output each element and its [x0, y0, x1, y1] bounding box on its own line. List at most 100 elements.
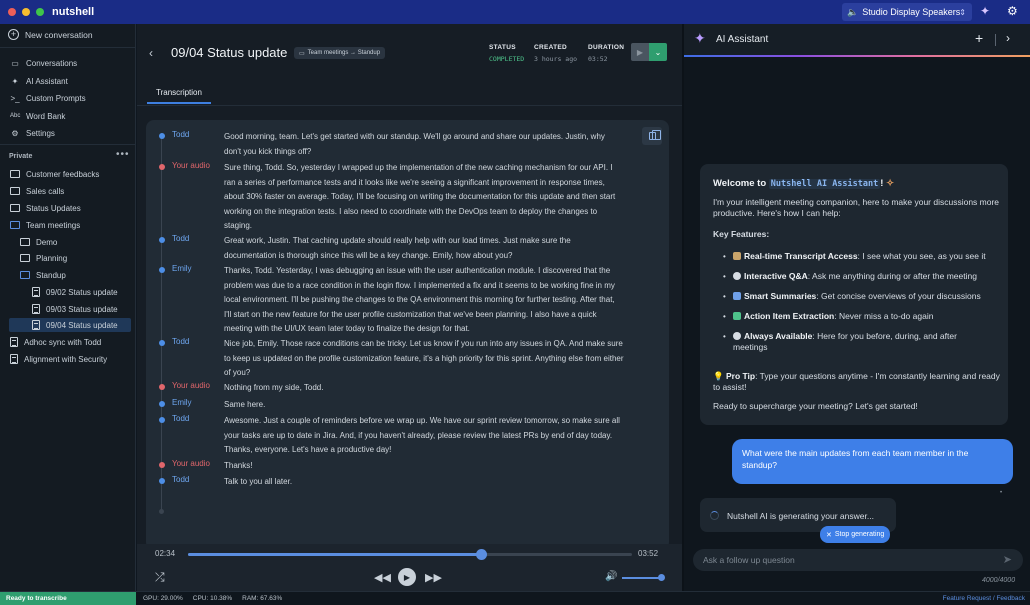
key-features-label: Key Features:: [713, 229, 770, 239]
tree-folder-customer-feedbacks[interactable]: Customer feedbacks: [10, 167, 99, 181]
plus-circle-icon: +: [8, 29, 19, 40]
gpu-stat: GPU: 29.00%: [143, 595, 183, 602]
feature-title: Interactive Q&A: [744, 271, 808, 281]
transcript-text: Great work, Justin. That caching update …: [224, 236, 571, 260]
speaker-dot: [159, 133, 165, 139]
tree-label: 09/02 Status update: [46, 287, 118, 297]
ai-title: AI Assistant: [716, 34, 769, 45]
speaker-dot: [159, 384, 165, 390]
party-icon: ✧: [886, 178, 895, 189]
close-window-button[interactable]: [8, 8, 16, 16]
tab-transcription[interactable]: Transcription: [147, 88, 211, 104]
feedback-link[interactable]: Feature Request / Feedback: [943, 595, 1025, 602]
tree-folder-standup[interactable]: Standup: [20, 268, 66, 282]
feature-desc: : Never miss a to-do again: [834, 311, 934, 321]
transcript-text: Nice job, Emily. Those race conditions c…: [224, 339, 624, 377]
feature-title: Action Item Extraction: [744, 311, 835, 321]
stop-label: Stop generating: [834, 531, 885, 538]
speaker-icon: 🔈: [847, 6, 859, 17]
terminal-icon: >_: [10, 93, 20, 103]
folder-open-icon: [20, 271, 30, 279]
transcript-text: Nothing from my side, Todd.: [224, 383, 324, 392]
tree-doc-alignment-security[interactable]: Alignment with Security: [10, 352, 107, 366]
speaker-name: Todd: [172, 234, 190, 243]
stop-generating-button[interactable]: ✕ Stop generating: [820, 526, 891, 543]
feature-item: • Always Available: Here for you before,…: [723, 331, 993, 353]
divider: [0, 144, 136, 145]
minimize-window-button[interactable]: [22, 8, 30, 16]
sparkle-icon[interactable]: ✦: [980, 4, 990, 18]
tree-folder-planning[interactable]: Planning: [20, 251, 67, 265]
speaker-select[interactable]: 🔈 Studio Display Speakers ⇕: [842, 3, 972, 21]
speaker-name: Emily: [172, 398, 192, 407]
nav-label: AI Assistant: [26, 76, 68, 86]
gear-icon[interactable]: ⚙: [1007, 4, 1018, 18]
speaker-label: Studio Display Speakers: [862, 7, 961, 17]
checkmark-icon: [733, 312, 741, 320]
tree-label: Adhoc sync with Todd: [24, 337, 102, 347]
copy-icon: [648, 130, 661, 140]
chevron-down-icon[interactable]: ⌄: [649, 43, 667, 61]
tree-folder-sales-calls[interactable]: Sales calls: [10, 184, 64, 198]
copy-button[interactable]: [642, 127, 662, 145]
follow-up-input[interactable]: [703, 553, 993, 567]
volume-slider[interactable]: [622, 574, 665, 581]
ram-stat: RAM: 67.63%: [242, 595, 283, 602]
volume-icon[interactable]: 🔊: [605, 571, 617, 582]
main-panel: ‹ 09/04 Status update ▭ Team meetings → …: [137, 24, 682, 591]
created-label: CREATED: [534, 44, 568, 51]
tree-folder-team-meetings[interactable]: Team meetings: [10, 218, 80, 232]
tree-doc-adhoc-sync[interactable]: Adhoc sync with Todd: [10, 335, 101, 349]
document-icon: [10, 337, 18, 347]
tree-label: 09/04 Status update: [46, 320, 118, 330]
current-time: 02:34: [155, 549, 176, 558]
speaker-name: Todd: [172, 337, 190, 346]
abc-icon: Abc: [10, 113, 21, 119]
header-gradient-bar: [684, 55, 1030, 57]
nav-item-custom-prompts[interactable]: >_ Custom Prompts: [10, 91, 85, 105]
nav-item-word-bank[interactable]: Abc Word Bank: [10, 109, 65, 123]
transcript-text: Sure thing, Todd. So, yesterday I wrappe…: [224, 163, 616, 230]
new-chat-plus-icon[interactable]: +: [975, 30, 983, 46]
more-options-icon[interactable]: •••: [116, 149, 130, 160]
send-icon[interactable]: ➤: [1003, 553, 1012, 566]
tree-doc-0902-status-update[interactable]: 09/02 Status update: [32, 285, 118, 299]
speaker-dot: [159, 478, 165, 484]
back-chevron-icon[interactable]: ‹: [149, 46, 153, 60]
volume-knob[interactable]: [658, 574, 665, 581]
nav-item-settings[interactable]: ⚙ Settings: [10, 126, 55, 140]
play-button[interactable]: ▶: [631, 43, 649, 61]
fast-forward-icon[interactable]: ▶▶: [425, 571, 442, 584]
tree-doc-0903-status-update[interactable]: 09/03 Status update: [32, 302, 118, 316]
progress-knob[interactable]: [476, 549, 488, 560]
nav-item-ai-assistant[interactable]: ✦ AI Assistant: [10, 74, 68, 88]
created-value: 3 hours ago: [534, 55, 578, 63]
new-conversation-button[interactable]: + New conversation: [8, 29, 93, 40]
folder-icon: [10, 170, 20, 178]
play-pause-button[interactable]: ▶: [398, 568, 416, 586]
chevron-right-icon[interactable]: ›: [1006, 31, 1010, 45]
folder-icon: ▭: [11, 58, 19, 68]
document-icon: [10, 354, 18, 364]
rewind-icon[interactable]: ◀◀: [374, 571, 391, 584]
nav-item-conversations[interactable]: ▭ Conversations: [10, 56, 77, 70]
title-bar: nutshell 🔈 Studio Display Speakers ⇕ ✦ ⚙: [0, 0, 1030, 24]
maximize-window-button[interactable]: [36, 8, 44, 16]
speaker-name: Your audio: [172, 161, 210, 170]
folder-icon: [20, 254, 30, 262]
tree-folder-demo[interactable]: Demo: [20, 235, 57, 249]
transcript-panel: Todd Good morning, team. Let's get start…: [146, 120, 669, 550]
speaker-name: Your audio: [172, 459, 210, 468]
speaker-dot: [159, 401, 165, 407]
breadcrumb[interactable]: ▭ Team meetings → Standup: [294, 47, 386, 59]
status-meta: STATUS COMPLETED: [489, 44, 524, 63]
progress-bar[interactable]: [188, 549, 632, 560]
bullet: •: [723, 272, 726, 281]
tree-folder-status-updates[interactable]: Status Updates: [10, 201, 81, 215]
tree-doc-0904-status-update[interactable]: 09/04 Status update: [9, 318, 131, 332]
gear-icon: ⚙: [11, 128, 19, 138]
nav-label: Word Bank: [26, 111, 66, 121]
transcript-text: Thanks, Todd. Yesterday, I was debugging…: [224, 266, 615, 333]
speaker-dot: [159, 164, 165, 170]
shuffle-off-icon[interactable]: ⤮: [155, 570, 165, 585]
